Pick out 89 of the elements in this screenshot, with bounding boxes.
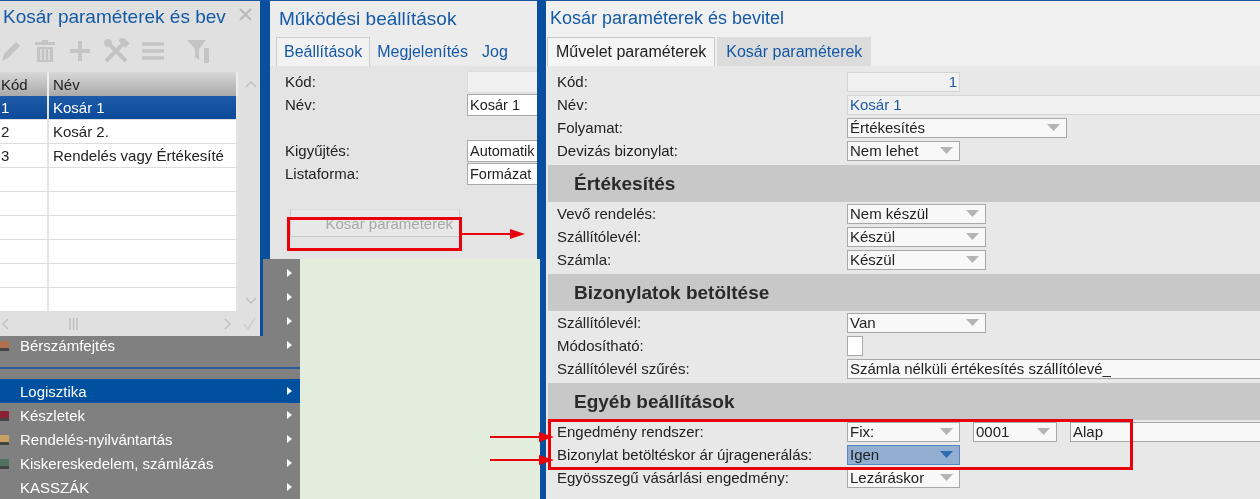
tab[interactable]: Beállítások: [276, 37, 371, 66]
field-label: Szállítólevél:: [557, 228, 643, 245]
window-title: Kosár paraméterek és bevitel: [550, 8, 785, 29]
menu-item[interactable]: Készletek: [0, 403, 300, 427]
pencil-icon[interactable]: [0, 39, 22, 63]
submenu-arrow-icon: [287, 435, 292, 443]
dropdown-caret-icon: [966, 210, 979, 217]
dropdown-caret-icon: [966, 233, 979, 240]
submenu-arrow-icon: [287, 387, 292, 395]
dropdown[interactable]: Nem készül: [847, 203, 986, 224]
section-header: Egyéb beállítások: [548, 383, 1260, 420]
table-row[interactable]: 1 Kosár 1: [0, 96, 238, 120]
close-icon[interactable]: [239, 8, 252, 21]
trash-icon[interactable]: [33, 39, 57, 63]
table-row[interactable]: 2 Kosár 2.: [0, 120, 238, 144]
field-label: Egyösszegű vásárlási engedmény:: [557, 469, 790, 486]
menu-icon[interactable]: [141, 41, 165, 61]
scroll-down-icon[interactable]: [245, 297, 257, 304]
field-label: Módosítható:: [557, 337, 645, 354]
field-label: Szállítólevél szűrés:: [557, 360, 691, 377]
field-label: Engedmény rendszer:: [557, 423, 705, 440]
submenu-arrow-icon: [287, 459, 292, 467]
dropdown[interactable]: Nem lehet: [847, 140, 960, 161]
field-label: Listaforma:: [285, 165, 361, 182]
dropdown-caret-icon: [1047, 124, 1060, 131]
menu-item[interactable]: Logisztika: [0, 379, 300, 403]
tools-icon[interactable]: [103, 38, 130, 64]
dropdown-caret-icon: [1037, 428, 1050, 435]
input-field[interactable]: Kosár 1: [847, 94, 1260, 115]
input-field[interactable]: Formázat: [467, 162, 537, 185]
field-label: Bizonylat betöltéskor ár újragenerálás:: [557, 446, 814, 463]
scroll-left-icon[interactable]: [2, 318, 9, 330]
dropdown[interactable]: Fix:: [847, 421, 960, 442]
dropdown-caret-icon: [966, 319, 979, 326]
menu-item[interactable]: KASSZÁK: [0, 475, 300, 499]
scroll-grip-icon[interactable]: [69, 318, 78, 330]
submenu-arrow-icon: [287, 293, 292, 301]
window-title: Működési beállítások: [279, 7, 457, 30]
tab[interactable]: Kosár paraméterek: [717, 37, 872, 66]
window-title: Kosár paraméterek és bev: [3, 6, 226, 28]
input-field[interactable]: Alap: [1070, 421, 1260, 442]
tab[interactable]: Művelet paraméterek: [547, 37, 716, 66]
menu-item[interactable]: Kiskereskedelem, számlázás: [0, 451, 300, 475]
submenu-arrow-icon: [287, 483, 292, 491]
annotation-arrow: [461, 229, 525, 239]
field-label: Devizás bizonylat:: [557, 142, 679, 159]
dropdown-caret-icon: [966, 256, 979, 263]
tab[interactable]: Megjelenítés: [370, 37, 475, 66]
field-label: Név:: [285, 96, 317, 113]
table-row[interactable]: 3 Rendelés vagy Értékesíté: [0, 144, 238, 168]
scroll-up-icon[interactable]: [245, 81, 257, 88]
filter-icon[interactable]: [186, 38, 210, 64]
field-label: Vevő rendelés:: [557, 205, 658, 222]
section-header: Értékesítés: [548, 165, 1260, 202]
dropdown[interactable]: 0001: [973, 421, 1057, 442]
dropdown[interactable]: Készül: [847, 249, 986, 270]
annotation-arrow: [489, 432, 554, 442]
submenu-arrow-icon: [287, 317, 292, 325]
input-field[interactable]: [467, 70, 537, 93]
dropdown-caret-icon: [940, 147, 953, 154]
submenu-arrow-icon: [287, 269, 292, 277]
menu-item[interactable]: Bérszámfejtés: [0, 333, 300, 357]
dropdown[interactable]: Értékesítés: [847, 117, 1067, 138]
input-field[interactable]: 1: [847, 71, 960, 92]
input-field[interactable]: Kosár 1: [467, 93, 537, 116]
dropdown-caret-icon: [940, 474, 953, 481]
field-label: Kód:: [285, 73, 317, 90]
checkbox[interactable]: [847, 335, 863, 356]
dropdown-caret-icon: [940, 428, 953, 435]
dropdown[interactable]: Készül: [847, 226, 986, 247]
dropdown[interactable]: Van: [847, 312, 986, 333]
input-field[interactable]: Automatik: [467, 139, 537, 162]
tab[interactable]: Jog: [475, 37, 515, 66]
section-header: Bizonylatok betöltése: [548, 274, 1260, 311]
field-label: Folyamat:: [557, 119, 624, 136]
dropdown[interactable]: Igen: [847, 444, 960, 465]
field-label: Kód:: [557, 73, 589, 90]
dropdown-caret-icon: [940, 451, 953, 458]
field-label: Szállítólevél:: [557, 314, 643, 331]
submenu-arrow-icon: [287, 341, 292, 349]
submenu-arrow-icon: [287, 411, 292, 419]
plus-icon[interactable]: [68, 39, 92, 63]
annotation-arrow: [489, 455, 554, 465]
scroll-right-icon[interactable]: [224, 318, 231, 330]
field-label: Név:: [557, 96, 589, 113]
input-field[interactable]: Számla nélküli értékesítés szállítólevé_: [847, 358, 1260, 379]
field-label: Kigyűjtés:: [285, 142, 352, 159]
menu-item[interactable]: Rendelés-nyilvántartás: [0, 427, 300, 451]
field-label: Számla:: [557, 251, 613, 268]
